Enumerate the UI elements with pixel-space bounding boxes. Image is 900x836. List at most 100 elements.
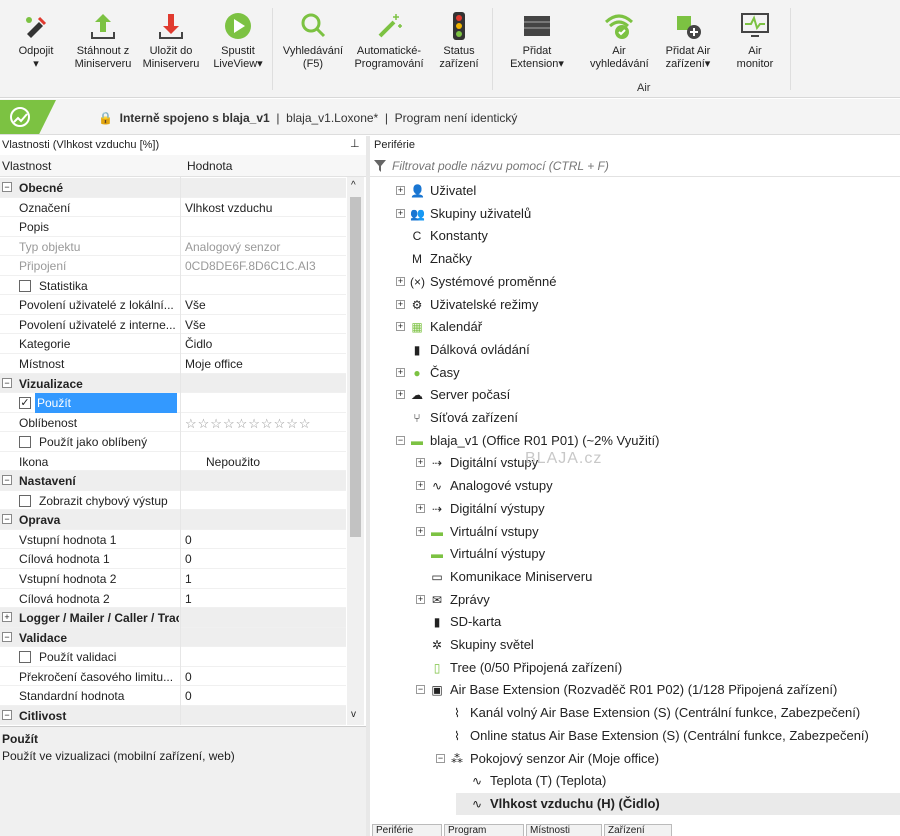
tab-program[interactable]: Program xyxy=(444,824,524,836)
property-row[interactable]: Povolení uživatelé z lokální... Vše xyxy=(0,295,346,315)
property-row[interactable]: ✓ Použít xyxy=(0,393,346,414)
property-row[interactable]: Ikona Nepoužito xyxy=(0,452,346,472)
property-section[interactable]: − Vizualizace xyxy=(0,373,346,394)
property-value[interactable]: Čidlo xyxy=(185,337,212,351)
tree-node[interactable]: + ▦ Kalendář xyxy=(396,316,900,338)
property-row[interactable]: Povolení uživatelé z interne... Vše xyxy=(0,315,346,335)
panel-splitter[interactable] xyxy=(366,136,370,836)
collapse-icon[interactable]: − xyxy=(2,709,12,720)
expand-icon[interactable]: + xyxy=(396,367,405,377)
expand-icon[interactable]: + xyxy=(416,458,425,468)
collapse-icon[interactable]: − xyxy=(396,435,405,445)
status-button[interactable]: Status zařízení xyxy=(432,10,486,71)
property-row[interactable]: Typ objektu Analogový senzor xyxy=(0,237,346,257)
property-value[interactable]: 0 xyxy=(185,670,192,684)
property-section[interactable]: + Logger / Mailer / Caller / Tracker xyxy=(0,608,346,628)
expand-icon[interactable]: + xyxy=(396,299,405,309)
tree-node[interactable]: − ▣ Air Base Extension (Rozvaděč R01 P02) … xyxy=(416,679,900,701)
expand-icon[interactable]: + xyxy=(396,186,405,195)
tab-zařízení[interactable]: Zařízení xyxy=(604,824,672,836)
tree-node[interactable]: + ⇢ Digitální výstupy xyxy=(416,498,900,520)
tab-místnosti[interactable]: Místnosti xyxy=(526,824,602,836)
property-value[interactable]: 0 xyxy=(185,533,192,547)
expand-icon[interactable]: + xyxy=(416,481,425,491)
property-section[interactable]: − Nastavení xyxy=(0,471,346,491)
tree-node[interactable]: ▮ SD-karta xyxy=(416,611,900,633)
pridat-air-button[interactable]: Přidat Air zařízení▾ xyxy=(650,10,726,71)
property-row[interactable]: Vstupní hodnota 2 1 xyxy=(0,569,346,589)
property-row[interactable]: Standardní hodnota 0 xyxy=(0,686,346,706)
odpojit-button[interactable]: Odpojit ▾ xyxy=(6,10,66,71)
expand-icon[interactable]: + xyxy=(396,276,405,286)
property-row[interactable]: Cílová hodnota 2 1 xyxy=(0,589,346,609)
liveview-button[interactable]: Spustit LiveView▾ xyxy=(206,10,270,71)
scroll-up-icon[interactable]: ^ xyxy=(351,180,356,191)
vyhledavani-button[interactable]: Vyhledávání (F5) xyxy=(280,10,346,71)
property-checkbox[interactable] xyxy=(19,436,31,449)
column-header-property[interactable]: Vlastnost xyxy=(2,159,51,173)
property-value[interactable]: 0CD8DE6F.8D6C1C.AI3 xyxy=(185,259,316,273)
autoprog-button[interactable]: Automatické- Programování xyxy=(348,10,430,71)
stahnout-button[interactable]: Stáhnout z Miniserveru xyxy=(70,10,136,71)
tree-node[interactable]: C Konstanty xyxy=(396,225,900,247)
scroll-down-icon[interactable]: v xyxy=(351,709,356,720)
collapse-icon[interactable]: − xyxy=(2,475,12,486)
property-section[interactable]: − Citlivost xyxy=(0,705,346,726)
property-row[interactable]: Kategorie Čidlo xyxy=(0,334,346,354)
tree-node[interactable]: + ▬ Virtuální vstupy xyxy=(416,521,900,543)
expand-icon[interactable]: + xyxy=(396,390,405,400)
property-row[interactable]: Cílová hodnota 1 0 xyxy=(0,549,346,570)
property-row[interactable]: Místnost Moje office xyxy=(0,354,346,374)
tree-node[interactable]: − ▬ blaja_v1 (Office R01 P01) (~2% Využití… xyxy=(396,430,900,452)
property-row[interactable]: Vstupní hodnota 1 0 xyxy=(0,530,346,550)
tree-filter[interactable]: Filtrovat podle názvu pomocí (CTRL + F) xyxy=(370,155,900,177)
collapse-icon[interactable]: − xyxy=(436,753,445,763)
scroll-thumb[interactable] xyxy=(350,197,361,537)
property-row[interactable]: Statistika xyxy=(0,276,346,296)
property-value[interactable]: 1 xyxy=(185,572,192,586)
filter-placeholder[interactable]: Filtrovat podle názvu pomocí (CTRL + F) xyxy=(392,159,609,173)
tree-node[interactable]: ▬ Virtuální výstupy xyxy=(416,543,900,565)
tree-node[interactable]: ✲ Skupiny světel xyxy=(416,634,900,656)
collapse-icon[interactable]: − xyxy=(2,631,12,642)
expand-icon[interactable]: + xyxy=(2,612,12,623)
properties-scrollbar[interactable]: ^ v xyxy=(347,177,364,725)
tree-node[interactable]: ▯ Tree (0/50 Připojená zařízení) xyxy=(416,657,900,679)
collapse-icon[interactable]: − xyxy=(2,514,12,525)
collapse-icon[interactable]: − xyxy=(416,685,425,695)
tree-node[interactable]: + (×) Systémové proměnné xyxy=(396,271,900,293)
tree-node[interactable]: ▮ Dálková ovládání xyxy=(396,339,900,361)
tree-node[interactable]: + ✉ Zprávy xyxy=(416,589,900,611)
property-row[interactable]: Označení Vlhkost vzduchu xyxy=(0,198,346,218)
property-checkbox[interactable] xyxy=(19,494,31,507)
air-vyhl-button[interactable]: Air vyhledávání xyxy=(590,10,649,71)
property-value[interactable]: 1 xyxy=(185,592,192,606)
tree-node[interactable]: ∿ Vlhkost vzduchu (H) (Čidlo) xyxy=(456,792,900,815)
rating-stars[interactable]: ☆☆☆☆☆☆☆☆☆☆ xyxy=(185,416,312,432)
property-section[interactable]: − Oprava xyxy=(0,510,346,530)
property-value[interactable]: Vlhkost vzduchu xyxy=(185,201,272,215)
tree-node[interactable]: ⌇ Online status Air Base Extension (S) (C… xyxy=(436,725,900,747)
tree-node[interactable]: + 👤 Uživatel xyxy=(396,180,900,202)
tree-node[interactable]: ▭ Komunikace Miniserveru xyxy=(416,566,900,588)
collapse-icon[interactable]: − xyxy=(2,377,12,388)
property-section[interactable]: − Obecné xyxy=(0,178,346,198)
property-value[interactable]: Vše xyxy=(185,318,206,332)
property-value[interactable]: Nepoužito xyxy=(206,455,260,469)
tree-node[interactable]: + ∿ Analogové vstupy xyxy=(416,475,900,497)
property-value[interactable]: 0 xyxy=(185,552,192,566)
property-value[interactable]: Analogový senzor xyxy=(185,240,280,254)
tree-node[interactable]: + ● Časy xyxy=(396,362,900,384)
property-value[interactable]: 0 xyxy=(185,689,192,703)
tree-node[interactable]: ∿ Teplota (T) (Teplota) xyxy=(456,770,900,792)
property-section[interactable]: − Validace xyxy=(0,627,346,648)
property-checkbox[interactable] xyxy=(19,651,31,664)
tree-node[interactable]: − ⁂ Pokojový senzor Air (Moje office) xyxy=(436,748,900,770)
tree-node[interactable]: + ⚙ Uživatelské režimy xyxy=(396,294,900,316)
property-row[interactable]: Použít validaci xyxy=(0,647,346,667)
property-checkbox[interactable] xyxy=(19,279,31,292)
expand-icon[interactable]: + xyxy=(416,503,425,513)
property-value[interactable]: Moje office xyxy=(185,357,243,371)
pridat-ext-button[interactable]: Přidat Extension▾ xyxy=(502,10,572,71)
expand-icon[interactable]: + xyxy=(396,322,405,332)
